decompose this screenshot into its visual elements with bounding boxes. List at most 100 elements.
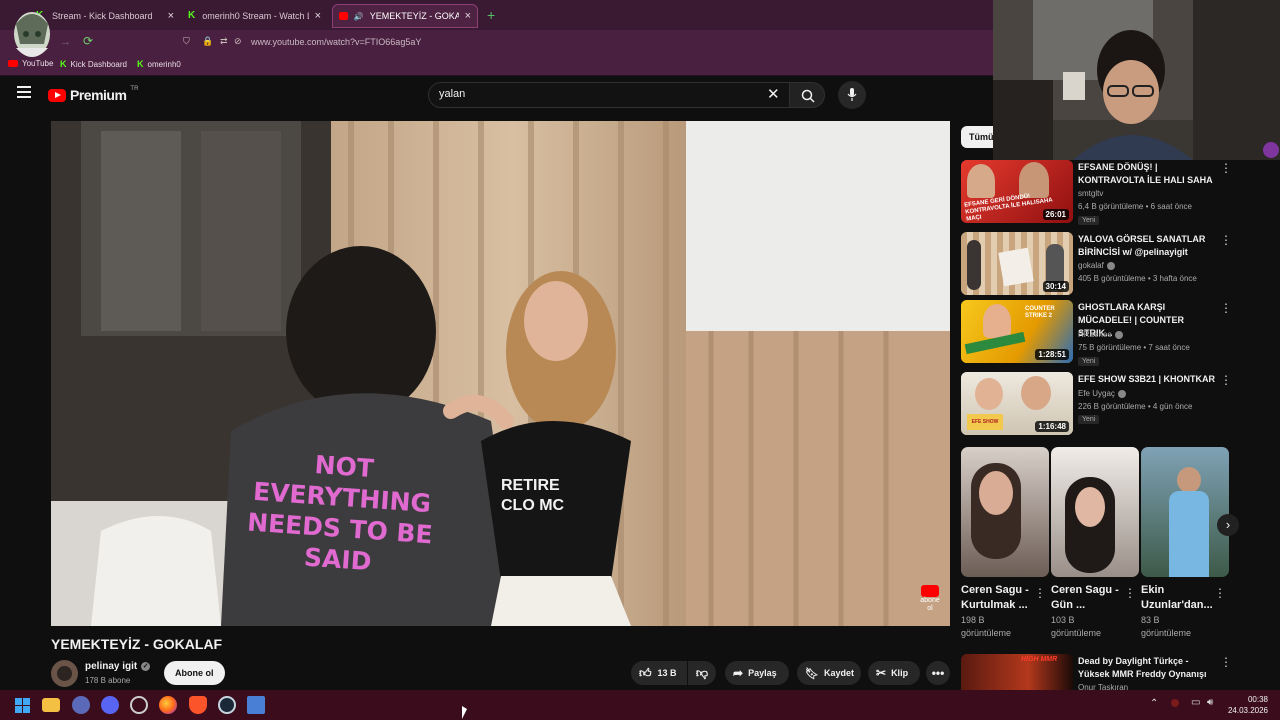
lock-icon[interactable]: 🔒	[202, 36, 213, 47]
shirt-print: NOT EVERYTHING NEEDS TO BE SAID	[246, 450, 434, 577]
rec-channel[interactable]: Efe Uygaç	[1078, 388, 1218, 400]
new-tab-icon[interactable]: +	[487, 7, 495, 23]
avatar[interactable]	[51, 660, 78, 687]
channel-name[interactable]: pelinay igit ✓	[85, 661, 151, 672]
short-thumbnail[interactable]	[1051, 447, 1139, 577]
more-icon[interactable]: ⋮	[1220, 301, 1232, 315]
permissions-icon[interactable]: ⇄	[220, 36, 228, 47]
firefox-icon[interactable]	[159, 696, 177, 714]
menu-icon[interactable]	[17, 86, 31, 98]
network-icon[interactable]: ▭	[1191, 697, 1200, 708]
more-icon[interactable]: ⋮	[1214, 586, 1226, 600]
video-frame	[51, 121, 950, 626]
save-icon: 🔖︎	[805, 667, 819, 680]
mouse-cursor	[462, 706, 467, 719]
rec-channel[interactable]: smtgltv	[1078, 188, 1218, 200]
steam-icon[interactable]	[218, 696, 236, 714]
clock[interactable]: 00:38 24.03.2026	[1226, 694, 1268, 716]
voice-search-button[interactable]	[838, 81, 866, 109]
rec-channel[interactable]: gokalaf	[1078, 260, 1218, 272]
verified-icon	[1114, 331, 1123, 339]
subscriber-count: 178 B abone	[85, 676, 131, 685]
kick-icon: K	[188, 10, 196, 21]
short-title[interactable]: Ceren Sagu - Kurtulmak ...	[961, 583, 1031, 613]
video-player[interactable]: NOT EVERYTHING NEEDS TO BE SAID RETIRE C…	[51, 121, 950, 626]
search-button[interactable]	[789, 82, 825, 108]
shield-icon[interactable]: ⛉	[183, 36, 190, 47]
tab-title: YEMEKTEYİZ - GOKALAF - Y	[369, 11, 459, 21]
app-icon[interactable]	[247, 696, 265, 714]
new-badge: Yeni	[1078, 415, 1100, 424]
more-icon[interactable]: ⋮	[1220, 233, 1232, 247]
dislike-button[interactable]: 👎︎	[688, 661, 716, 685]
bookmark-kick-dashboard[interactable]: K Kick Dashboard	[60, 59, 127, 69]
app-icon[interactable]	[130, 696, 148, 714]
search-input[interactable]: yalan	[439, 88, 465, 100]
short-views: 198 Bgörüntüleme	[961, 615, 1012, 638]
search-box	[428, 82, 790, 108]
close-tab-icon[interactable]: ×	[168, 10, 174, 22]
verified-icon	[1106, 262, 1115, 270]
close-tab-icon[interactable]: ×	[315, 10, 321, 22]
more-icon[interactable]: ⋮	[1220, 161, 1232, 175]
rec-meta: 6,4 B görüntüleme • 6 saat önce	[1078, 202, 1192, 211]
tab-title: Stream - Kick Dashboard	[52, 11, 153, 21]
youtube-logo-icon	[921, 585, 939, 597]
brave-icon[interactable]	[189, 696, 207, 714]
rec-thumbnail[interactable]: HIGH MMR	[961, 654, 1073, 690]
clip-button[interactable]: ✂ Klip	[868, 661, 920, 685]
short-thumbnail[interactable]	[961, 447, 1049, 577]
rec-thumbnail[interactable]: COUNTER STRIKE 2 1:28:51	[961, 300, 1073, 363]
rec-meta: 75 B görüntüleme • 7 saat önce	[1078, 343, 1190, 352]
url-field[interactable]: www.youtube.com/watch?v=FTIO66ag5aY	[251, 37, 421, 47]
save-button[interactable]: 🔖︎ Kaydet	[797, 661, 861, 685]
next-icon[interactable]: ›	[1217, 514, 1239, 536]
rec-channel[interactable]: RRaenee	[1078, 329, 1218, 341]
reload-icon[interactable]: ⟳	[83, 34, 93, 48]
discord-icon[interactable]	[101, 696, 119, 714]
rec-thumbnail[interactable]: EFE SHOW 1:16:48	[961, 372, 1073, 435]
volume-icon[interactable]: 🔊︎	[1207, 697, 1213, 708]
rec-title[interactable]: YALOVA GÖRSEL SANATLAR BİRİNCİSİ w/ @pel…	[1078, 233, 1218, 259]
app-icon[interactable]	[72, 696, 90, 714]
forward-icon[interactable]: →	[60, 36, 71, 48]
more-icon[interactable]: ⋮	[1220, 655, 1232, 669]
like-button[interactable]: 👍︎ 13 B	[631, 661, 687, 685]
tab-youtube-active[interactable]: 🔊 YEMEKTEYİZ - GOKALAF - Y ×	[332, 4, 478, 28]
more-icon[interactable]: ⋮	[1124, 586, 1136, 600]
file-explorer-icon[interactable]	[42, 698, 60, 712]
short-title[interactable]: Ceren Sagu - Gün ...	[1051, 583, 1121, 613]
kick-icon: K	[60, 59, 67, 69]
short-views: 83 Bgörüntüleme	[1141, 615, 1192, 638]
search-icon	[801, 89, 815, 103]
new-badge: Yeni	[1078, 216, 1100, 225]
video-title: YEMEKTEYİZ - GOKALAF	[51, 636, 223, 652]
rec-title[interactable]: EFSANE DÖNÜŞ! | KONTRAVOLTA İLE HALI SAH…	[1078, 161, 1218, 187]
tab-omerinh0-stream[interactable]: K omerinh0 Stream - Watch Live o ×	[182, 4, 327, 28]
windows-start-icon[interactable]	[13, 696, 31, 714]
share-button[interactable]: ➦ Paylaş	[725, 661, 789, 685]
more-icon[interactable]: ⋮	[1220, 373, 1232, 387]
subscribe-watermark[interactable]: abone ol	[917, 585, 943, 613]
bookmark-omerinh0[interactable]: K omerinh0	[137, 59, 181, 69]
audio-icon[interactable]: 🔊	[354, 12, 364, 21]
rec-thumbnail[interactable]: 30:14	[961, 232, 1073, 295]
subscribe-button[interactable]: Abone ol	[164, 661, 225, 685]
rec-thumbnail[interactable]: EFSANE GERİ DÖNDÜ! KONTRAVOLTA İLE HALIS…	[961, 160, 1073, 223]
rec-channel[interactable]: Onur Taşkıran	[1078, 682, 1218, 690]
tray-app-icon[interactable]	[1171, 699, 1179, 707]
webcam-overlay	[993, 0, 1280, 160]
tray-chevron-icon[interactable]: ⌃	[1150, 698, 1158, 709]
more-actions-button[interactable]: •••	[926, 661, 950, 685]
close-tab-icon[interactable]: ×	[465, 10, 471, 22]
tracking-icon[interactable]: ⊘	[234, 36, 242, 47]
rec-title[interactable]: EFE SHOW S3B21 | KHONTKAR	[1078, 373, 1218, 386]
more-icon[interactable]: ⋮	[1034, 586, 1046, 600]
clear-icon[interactable]: ✕	[767, 85, 780, 103]
rec-title[interactable]: Dead by Daylight Türkçe - Yüksek MMR Fre…	[1078, 655, 1218, 681]
short-thumbnail[interactable]	[1141, 447, 1229, 577]
youtube-logo[interactable]: Premium TR	[48, 86, 138, 103]
short-title[interactable]: Ekin Uzunlar'dan...	[1141, 583, 1213, 613]
rec-meta: 226 B görüntüleme • 4 gün önce	[1078, 402, 1193, 411]
dislike-icon: 👎︎	[695, 665, 709, 680]
